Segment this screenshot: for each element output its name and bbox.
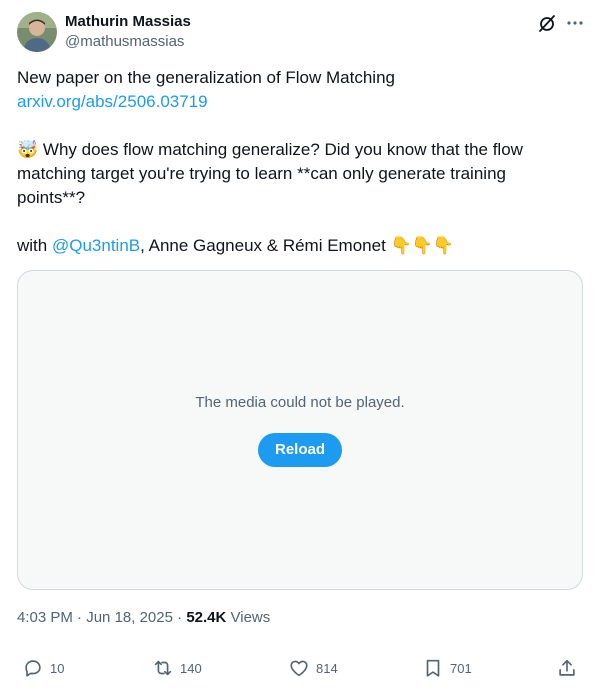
tweet-coauthors-line: with @Qu3ntinB, Anne Gagneux & Rémi Emon… (17, 234, 577, 258)
bookmark-icon (426, 659, 440, 677)
repost-button[interactable]: 140 (152, 656, 202, 680)
reply-icon (25, 660, 41, 677)
bookmark-button[interactable]: 701 (422, 656, 472, 680)
heart-icon (290, 660, 308, 677)
pointing-down-emojis: 👇👇👇 (390, 236, 455, 255)
tweet-question: 🤯 Why does flow matching generalize? Did… (17, 138, 577, 210)
reply-button[interactable]: 10 (22, 656, 64, 680)
mind-blown-emoji: 🤯 (17, 140, 39, 159)
tweet: Mathurin Massias @mathusmassias New pape… (0, 0, 599, 694)
repost-icon (154, 660, 172, 676)
author-name[interactable]: Mathurin Massias (65, 12, 191, 32)
tweet-date[interactable]: Jun 18, 2025 (86, 609, 173, 626)
repost-count: 140 (180, 660, 202, 676)
share-icon (559, 659, 575, 676)
avatar[interactable] (17, 12, 57, 52)
tweet-time[interactable]: 4:03 PM (17, 609, 73, 626)
grok-icon[interactable] (536, 12, 558, 34)
views-label: Views (230, 609, 271, 626)
author-handle[interactable]: @mathusmassias (65, 32, 184, 52)
paper-link[interactable]: arxiv.org/abs/2506.03719 (17, 90, 208, 114)
meta-separator: · (77, 609, 83, 626)
with-prefix: with (17, 236, 48, 255)
tweet-line-1: New paper on the generalization of Flow … (17, 68, 395, 87)
reply-count: 10 (50, 660, 65, 676)
like-button[interactable]: 814 (288, 656, 338, 680)
action-bar: 10 140 814 701 (0, 656, 599, 684)
tweet-question-text: Why does flow matching generalize? Did y… (17, 140, 523, 207)
mention-link[interactable]: @Qu3ntinB (52, 236, 140, 255)
more-icon[interactable] (564, 12, 586, 34)
coauthors-text: , Anne Gagneux & Rémi Emonet (140, 236, 386, 255)
tweet-meta: 4:03 PM · Jun 18, 2025 · 52.4K Views (17, 608, 270, 628)
share-button[interactable] (556, 656, 578, 680)
views-count: 52.4K (186, 609, 227, 626)
meta-separator: · (177, 609, 183, 626)
reload-button[interactable]: Reload (258, 433, 342, 467)
media-error-message: The media could not be played. (195, 394, 405, 411)
bookmark-count: 701 (450, 660, 472, 676)
media-player[interactable]: The media could not be played. Reload (17, 270, 583, 590)
like-count: 814 (316, 660, 338, 676)
